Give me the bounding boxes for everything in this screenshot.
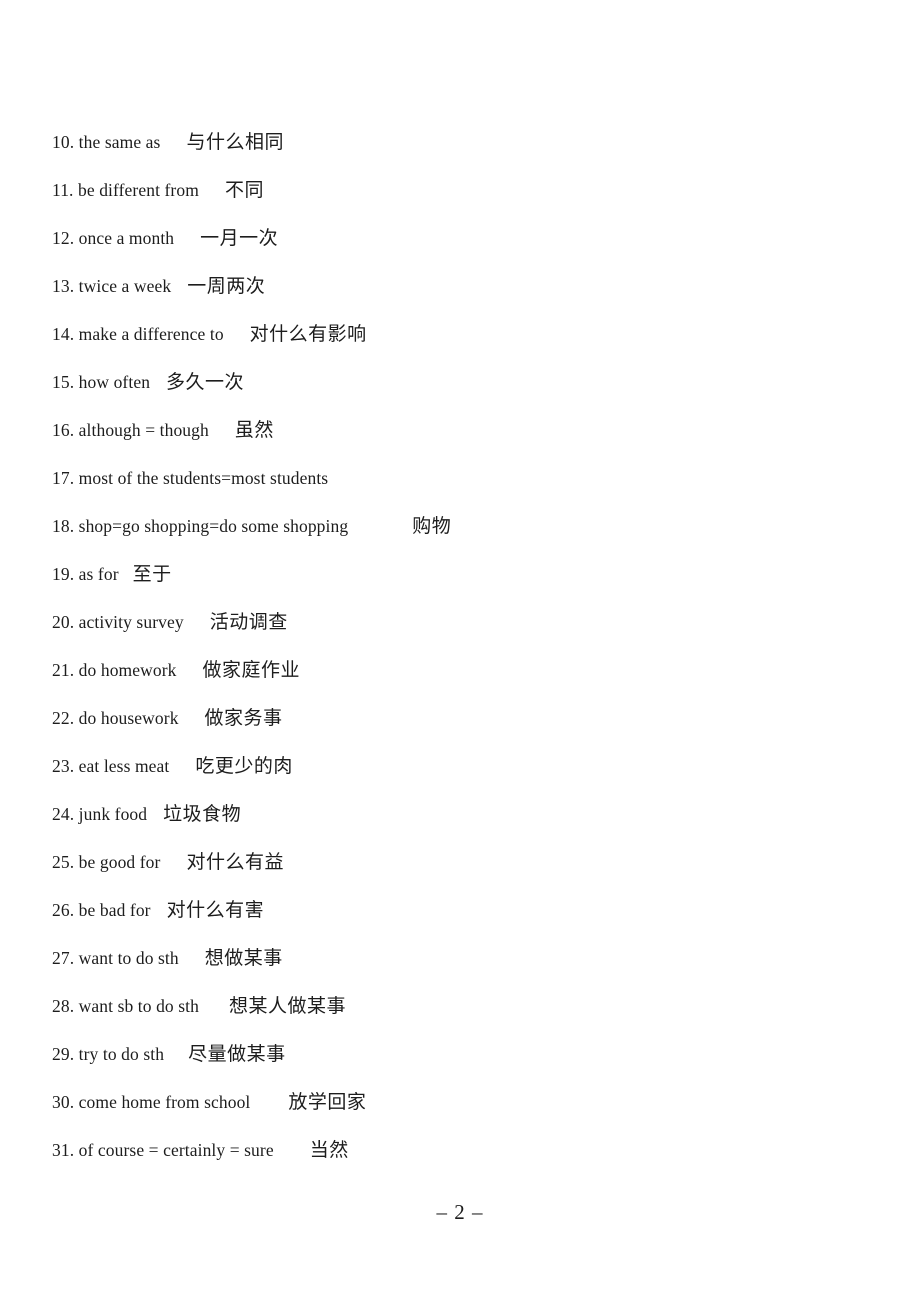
vocab-item-number: 24. — [52, 804, 75, 824]
vocab-list-item: 15. how often 多久一次 — [52, 358, 872, 406]
vocab-item-english: come home from school — [78, 1092, 251, 1112]
vocab-item-english: be good for — [78, 852, 161, 872]
vocab-list-item: 20. activity survey 活动调查 — [52, 598, 872, 646]
vocab-list-item: 27. want to do sth 想做某事 — [52, 934, 872, 982]
vocab-item-number: 15. — [52, 372, 75, 392]
vocab-list-item: 29. try to do sth 尽量做某事 — [52, 1030, 872, 1078]
vocab-item-number: 13. — [52, 276, 75, 296]
vocab-item-english: activity survey — [78, 612, 184, 632]
vocab-list-item: 19. as for 至于 — [52, 550, 872, 598]
vocab-item-chinese: 一周两次 — [187, 275, 266, 297]
vocab-item-number: 28. — [52, 996, 75, 1016]
vocab-item-chinese: 做家庭作业 — [202, 659, 301, 681]
vocab-list-item: 11. be different from 不同 — [52, 166, 872, 214]
vocab-item-english: try to do sth — [78, 1044, 165, 1064]
vocab-item-number: 31. — [52, 1140, 75, 1160]
vocab-item-chinese: 想做某事 — [204, 947, 283, 969]
vocab-item-english: of course = certainly = sure — [78, 1140, 274, 1160]
vocab-item-english: want to do sth — [78, 948, 179, 968]
vocab-item-chinese: 想某人做某事 — [228, 995, 346, 1017]
vocab-item-chinese: 与什么相同 — [186, 131, 284, 153]
vocab-item-number: 18. — [52, 516, 75, 536]
vocab-item-english: twice a week — [78, 276, 172, 296]
vocab-list-item: 25. be good for 对什么有益 — [52, 838, 872, 886]
vocab-item-english: as for — [78, 564, 119, 584]
vocab-item-chinese: 购物 — [412, 515, 452, 537]
vocab-item-number: 20. — [52, 612, 75, 632]
vocab-item-chinese: 对什么有影响 — [249, 323, 367, 345]
vocab-list-item: 30. come home from school 放学回家 — [52, 1078, 872, 1126]
vocab-item-english: do housework — [78, 708, 179, 728]
vocab-list-item: 13. twice a week 一周两次 — [52, 262, 872, 310]
vocab-list-item: 28. want sb to do sth 想某人做某事 — [52, 982, 872, 1030]
vocab-item-chinese: 放学回家 — [288, 1091, 367, 1113]
vocab-item-number: 25. — [52, 852, 75, 872]
vocab-item-number: 11. — [52, 180, 74, 200]
vocab-item-chinese: 活动调查 — [209, 611, 288, 633]
document-page: 10. the same as 与什么相同 11. be different fro… — [0, 0, 920, 1302]
vocab-item-number: 22. — [52, 708, 75, 728]
vocab-item-english: how often — [78, 372, 151, 392]
vocab-item-chinese: 对什么有益 — [186, 851, 284, 873]
vocab-item-number: 14. — [52, 324, 75, 344]
vocab-item-english: junk food — [78, 804, 148, 824]
vocab-list-item: 14. make a difference to 对什么有影响 — [52, 310, 872, 358]
vocab-item-number: 30. — [52, 1092, 75, 1112]
vocab-item-english: shop=go shopping=do some shopping — [78, 516, 349, 536]
vocab-item-chinese: 做家务事 — [204, 707, 283, 729]
vocab-list-item: 17. most of the students=most students — [52, 454, 872, 502]
vocab-item-chinese: 垃圾食物 — [163, 803, 242, 825]
page-number-footer: – 2 – — [436, 1200, 484, 1224]
vocab-item-chinese: 不同 — [224, 179, 264, 201]
vocab-item-number: 26. — [52, 900, 75, 920]
vocabulary-list: 10. the same as 与什么相同 11. be different fro… — [52, 118, 872, 1174]
vocab-list-item: 26. be bad for 对什么有害 — [52, 886, 872, 934]
vocab-list-item: 18. shop=go shopping=do some shopping 购物 — [52, 502, 872, 550]
vocab-list-item: 10. the same as 与什么相同 — [52, 118, 872, 166]
vocab-list-item: 31. of course = certainly = sure 当然 — [52, 1126, 872, 1174]
vocab-item-number: 23. — [52, 756, 75, 776]
vocab-item-english: make a difference to — [78, 324, 224, 344]
vocab-item-chinese: 一月一次 — [200, 227, 279, 249]
vocab-item-english: the same as — [78, 132, 161, 152]
vocab-item-number: 16. — [52, 420, 75, 440]
vocab-list-item: 21. do homework 做家庭作业 — [52, 646, 872, 694]
vocab-item-english: eat less meat — [78, 756, 170, 776]
vocab-item-chinese: 当然 — [309, 1139, 349, 1161]
vocab-item-english: do homework — [78, 660, 177, 680]
vocab-list-item: 24. junk food 垃圾食物 — [52, 790, 872, 838]
vocab-list-item: 16. although = though 虽然 — [52, 406, 872, 454]
vocab-item-chinese: 至于 — [132, 563, 172, 585]
vocab-list-item: 22. do housework 做家务事 — [52, 694, 872, 742]
vocab-list-item: 12. once a month 一月一次 — [52, 214, 872, 262]
vocab-item-number: 19. — [52, 564, 75, 584]
vocab-item-number: 17. — [52, 468, 75, 488]
vocab-item-english: want sb to do sth — [78, 996, 199, 1016]
vocab-list-item: 23. eat less meat 吃更少的肉 — [52, 742, 872, 790]
vocab-item-english: although = though — [78, 420, 209, 440]
vocab-item-english: be different from — [78, 180, 199, 200]
vocab-item-chinese: 虽然 — [234, 419, 274, 441]
vocab-item-chinese: 吃更少的肉 — [195, 755, 293, 777]
vocab-item-english: most of the students=most students — [78, 468, 329, 488]
vocab-item-english: once a month — [78, 228, 175, 248]
vocab-item-english: be bad for — [78, 900, 151, 920]
vocab-item-number: 21. — [52, 660, 75, 680]
vocab-item-number: 27. — [52, 948, 75, 968]
vocab-item-chinese: 尽量做某事 — [188, 1043, 286, 1065]
vocab-item-number: 10. — [52, 132, 75, 152]
vocab-item-chinese: 多久一次 — [166, 371, 245, 393]
vocab-item-number: 29. — [52, 1044, 75, 1064]
vocab-item-number: 12. — [52, 228, 75, 248]
vocab-item-chinese: 对什么有害 — [166, 899, 265, 921]
